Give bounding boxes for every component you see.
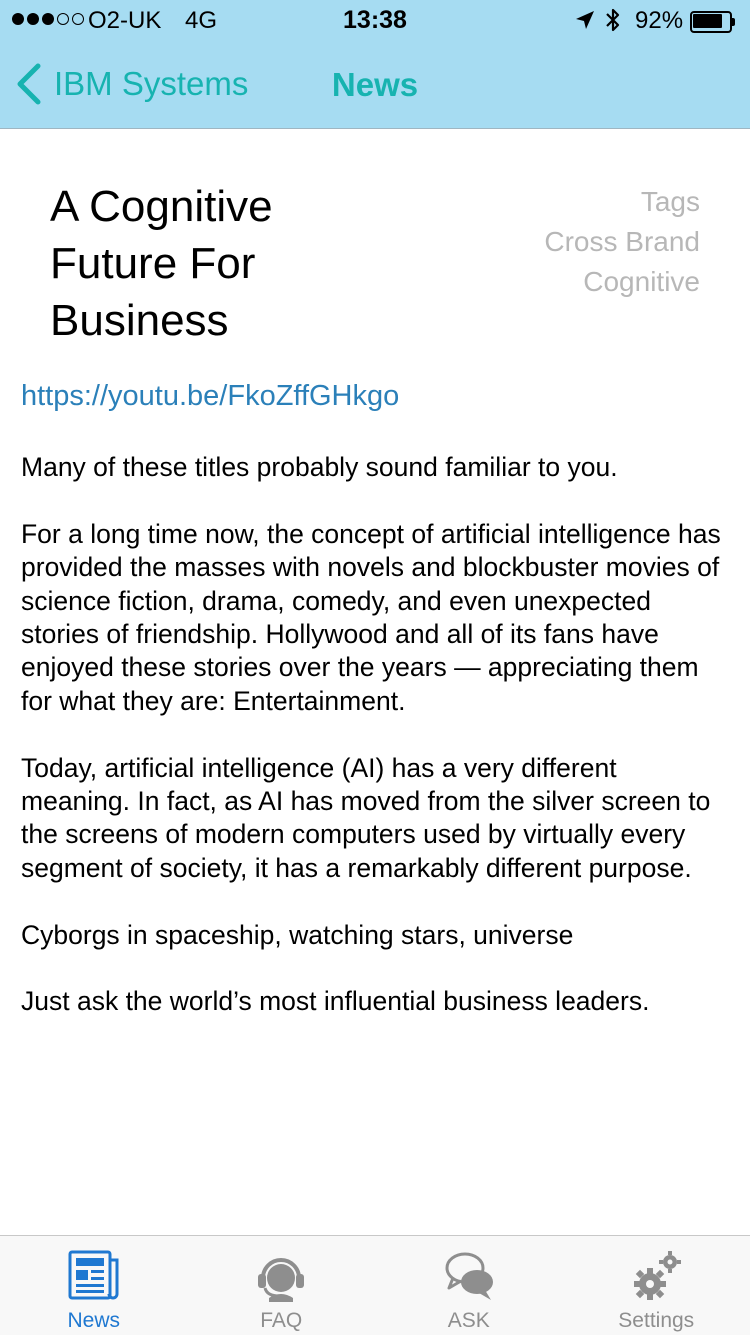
article-paragraph: Many of these titles probably sound fami… — [21, 451, 731, 484]
article-paragraph: For a long time now, the concept of arti… — [21, 518, 731, 718]
article-paragraph: Just ask the world’s most influential bu… — [21, 985, 731, 1018]
battery-percent: 92% — [635, 7, 683, 35]
gears-icon — [628, 1248, 684, 1304]
battery-fill — [693, 14, 722, 28]
support-headset-icon — [253, 1248, 309, 1304]
navigation-bar: IBM Systems News — [0, 40, 750, 128]
battery-icon — [690, 11, 734, 31]
newspaper-icon — [66, 1248, 122, 1304]
video-link[interactable]: https://youtu.be/FkoZffGHkgo — [21, 380, 399, 413]
tag-item[interactable]: Cross Brand — [544, 222, 700, 262]
tab-label: Settings — [563, 1309, 750, 1333]
tags-list: Tags Cross Brand Cognitive — [544, 182, 700, 302]
chat-bubbles-icon — [441, 1248, 497, 1304]
article-title-line: A Cognitive — [50, 178, 470, 235]
tab-ask[interactable]: ASK — [375, 1236, 563, 1335]
tab-faq[interactable]: FAQ — [188, 1236, 376, 1335]
tab-label: FAQ — [188, 1309, 376, 1333]
tags-header: Tags — [544, 182, 700, 222]
article-body: Many of these titles probably sound fami… — [21, 451, 731, 1052]
article-paragraph: Cyborgs in spaceship, watching stars, un… — [21, 919, 731, 952]
tab-bar: News FAQ ASK — [0, 1235, 750, 1335]
location-arrow-icon — [574, 9, 596, 31]
article-paragraph: Today, artificial intelligence (AI) has … — [21, 752, 731, 886]
article-title: A Cognitive Future For Business — [50, 178, 470, 349]
tab-news[interactable]: News — [0, 1236, 188, 1335]
tab-settings[interactable]: Settings — [563, 1236, 750, 1335]
tab-label: News — [0, 1309, 188, 1333]
header: O2-UK 4G 13:38 92% IBM Systems News — [0, 0, 750, 129]
article-title-line: Business — [50, 292, 470, 349]
tag-item[interactable]: Cognitive — [544, 262, 700, 302]
page-title: News — [0, 66, 750, 104]
bluetooth-icon — [604, 7, 622, 33]
status-bar: O2-UK 4G 13:38 92% — [0, 0, 750, 40]
article-title-line: Future For — [50, 235, 470, 292]
tab-label: ASK — [375, 1309, 563, 1333]
